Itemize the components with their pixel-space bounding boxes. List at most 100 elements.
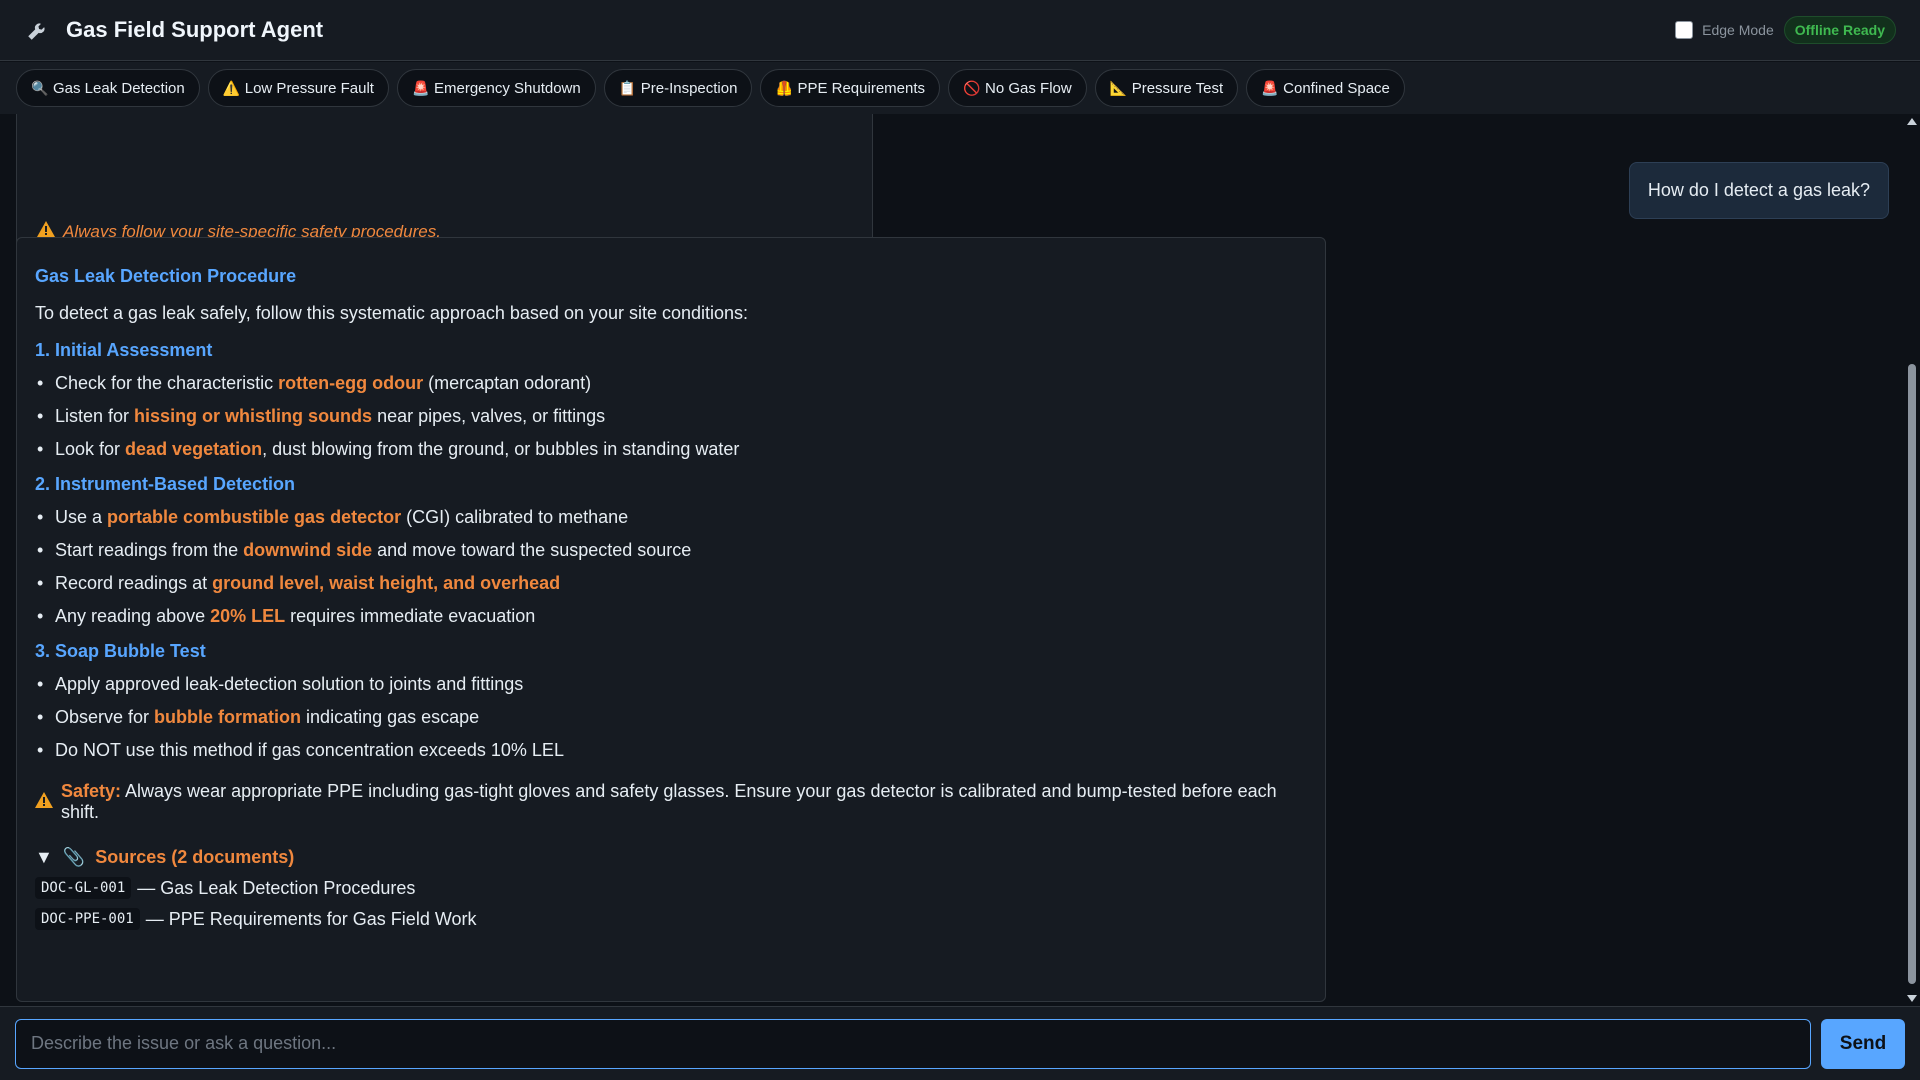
- item-highlight: ground level, waist height, and overhead: [212, 573, 561, 593]
- list-item: Observe for bubble formation indicating …: [35, 701, 1307, 734]
- source-item: DOC-GL-001 — Gas Leak Detection Procedur…: [35, 877, 1307, 899]
- list-item: Start readings from the downwind side an…: [35, 534, 1307, 567]
- item-text: Any reading above: [55, 606, 211, 626]
- quick-action-button[interactable]: 🚨 Confined Space: [1246, 69, 1405, 107]
- section-list: Use a portable combustible gas detector …: [35, 501, 1307, 633]
- magnifier-icon: 🔍: [31, 79, 49, 96]
- list-item: Any reading above 20% LEL requires immed…: [35, 600, 1307, 633]
- sources-section: ▼ 📎 Sources (2 documents) DOC-GL-001 — G…: [35, 847, 1307, 930]
- ruler-icon: 📐: [1109, 79, 1128, 96]
- quick-actions-bar: 🔍 Gas Leak Detection ⚠️ Low Pressure Fault 🚨…: [0, 62, 1920, 114]
- source-item: DOC-PPE-001 — PPE Requirements for Gas F…: [35, 908, 1307, 930]
- list-item: Apply approved leak-detection solution t…: [35, 668, 1307, 701]
- siren-icon: 🚨: [411, 79, 430, 96]
- item-text-end: near pipes, valves, or fittings: [372, 406, 606, 426]
- item-highlight: portable combustible gas detector: [107, 507, 402, 527]
- quick-action-button[interactable]: 🦺 PPE Requirements: [760, 69, 941, 107]
- item-highlight: downwind side: [243, 540, 373, 560]
- answer-title: Gas Leak Detection Procedure: [35, 266, 297, 286]
- list-item: Listen for hissing or whistling sounds n…: [35, 400, 1307, 433]
- warning-icon: [35, 791, 53, 813]
- quick-action-label: Emergency Shutdown: [433, 79, 581, 97]
- scroll-up-arrow-icon[interactable]: [1907, 118, 1917, 125]
- quick-action-label: Pressure Test: [1131, 79, 1224, 97]
- item-text-end: indicating gas escape: [301, 707, 480, 727]
- item-text: Do NOT use this method if gas concentrat…: [55, 740, 564, 760]
- triangle-down-icon: ▼: [35, 847, 53, 867]
- source-doc-code: DOC-PPE-001: [35, 908, 140, 930]
- item-highlight: hissing or whistling sounds: [134, 406, 373, 426]
- no-entry-icon: 🚫: [963, 79, 981, 96]
- quick-action-button[interactable]: 🚨 Emergency Shutdown: [396, 69, 596, 107]
- item-highlight: rotten-egg odour: [278, 373, 424, 393]
- clipboard-icon: 📋: [618, 79, 637, 96]
- section-list: Check for the characteristic rotten-egg …: [35, 367, 1307, 466]
- offline-status-badge: Offline Ready: [1783, 16, 1896, 44]
- user-message: How do I detect a gas leak?: [1628, 162, 1889, 219]
- assistant-answer: Gas Leak Detection Procedure To detect a…: [16, 237, 1326, 1002]
- list-item: Do NOT use this method if gas concentrat…: [35, 734, 1307, 767]
- message-composer: Send: [0, 1006, 1920, 1080]
- item-text-end: (CGI) calibrated to methane: [401, 507, 629, 527]
- safety-label: Safety:: [61, 781, 122, 801]
- item-text: Observe for: [55, 707, 155, 727]
- quick-action-button[interactable]: 🚫 No Gas Flow: [948, 69, 1087, 107]
- sources-toggle[interactable]: ▼ 📎 Sources (2 documents): [35, 847, 1307, 868]
- vest-icon: 🦺: [775, 79, 793, 96]
- scrollbar-thumb[interactable]: [1908, 364, 1916, 984]
- chat-scrollbar[interactable]: [1904, 114, 1920, 1006]
- item-text-end: (mercaptan odorant): [423, 373, 592, 393]
- answer-sections: 1. Initial Assessment Check for the chara…: [35, 340, 1307, 767]
- item-text: Listen for: [55, 406, 135, 426]
- quick-action-button[interactable]: 📐 Pressure Test: [1094, 69, 1239, 107]
- quick-action-label: No Gas Flow: [985, 79, 1072, 97]
- sources-label: Sources (2 documents): [95, 847, 295, 867]
- quick-action-label: Pre-Inspection: [640, 79, 738, 97]
- alarm-light-icon: 🚨: [1261, 79, 1279, 96]
- edge-mode-label: Edge Mode: [1702, 22, 1774, 38]
- item-text: Record readings at: [55, 573, 213, 593]
- edge-mode-checkbox[interactable]: [1675, 21, 1694, 39]
- answer-intro: To detect a gas leak safely, follow this…: [35, 303, 749, 323]
- list-item: Record readings at ground level, waist h…: [35, 567, 1307, 600]
- item-highlight: bubble formation: [154, 707, 302, 727]
- list-item: Use a portable combustible gas detector …: [35, 501, 1307, 534]
- section-heading: 3. Soap Bubble Test: [35, 641, 206, 661]
- item-text-end: requires immediate evacuation: [285, 606, 536, 626]
- wrench-icon: [24, 16, 52, 44]
- item-text: Look for: [55, 439, 126, 459]
- section-heading: 2. Instrument-Based Detection: [35, 474, 296, 494]
- section-list: Apply approved leak-detection solution t…: [35, 668, 1307, 767]
- item-text-end: and move toward the suspected source: [372, 540, 692, 560]
- app-header: Gas Field Support Agent Edge Mode Offlin…: [0, 0, 1920, 61]
- paperclip-icon: 📎: [62, 847, 86, 867]
- send-button[interactable]: Send: [1821, 1018, 1905, 1069]
- scroll-down-arrow-icon[interactable]: [1907, 995, 1917, 1002]
- quick-action-label: Confined Space: [1283, 79, 1390, 97]
- message-input[interactable]: [15, 1018, 1811, 1069]
- sources-list: DOC-GL-001 — Gas Leak Detection Procedur…: [35, 877, 1307, 930]
- source-doc-code: DOC-GL-001: [35, 877, 132, 899]
- source-doc-title: — Gas Leak Detection Procedures: [137, 877, 416, 898]
- item-text-end: , dust blowing from the ground, or bubbl…: [262, 439, 740, 459]
- list-item: Look for dead vegetation, dust blowing f…: [35, 433, 1307, 466]
- item-text: Start readings from the: [55, 540, 244, 560]
- item-text: Use a: [55, 507, 108, 527]
- warning-icon: ⚠️: [222, 79, 241, 96]
- quick-action-button[interactable]: ⚠️ Low Pressure Fault: [207, 69, 389, 107]
- source-doc-title: — PPE Requirements for Gas Field Work: [145, 908, 477, 929]
- chat-area: Always follow your site-specific safety …: [0, 114, 1920, 1006]
- list-item: Check for the characteristic rotten-egg …: [35, 367, 1307, 400]
- quick-action-button[interactable]: 🔍 Gas Leak Detection: [16, 69, 200, 107]
- quick-action-button[interactable]: 📋 Pre-Inspection: [603, 69, 753, 107]
- item-text: Apply approved leak-detection solution t…: [55, 674, 524, 694]
- item-highlight: dead vegetation: [125, 439, 263, 459]
- item-text: Check for the characteristic: [55, 373, 279, 393]
- app-title: Gas Field Support Agent: [66, 17, 324, 42]
- edge-mode-toggle[interactable]: Edge Mode: [1675, 21, 1774, 39]
- safety-text: Always wear appropriate PPE including ga…: [61, 781, 1277, 822]
- safety-callout: Safety: Always wear appropriate PPE incl…: [35, 781, 1307, 823]
- item-highlight: 20% LEL: [210, 606, 286, 626]
- quick-action-label: PPE Requirements: [797, 79, 926, 97]
- quick-action-label: Low Pressure Fault: [244, 79, 374, 97]
